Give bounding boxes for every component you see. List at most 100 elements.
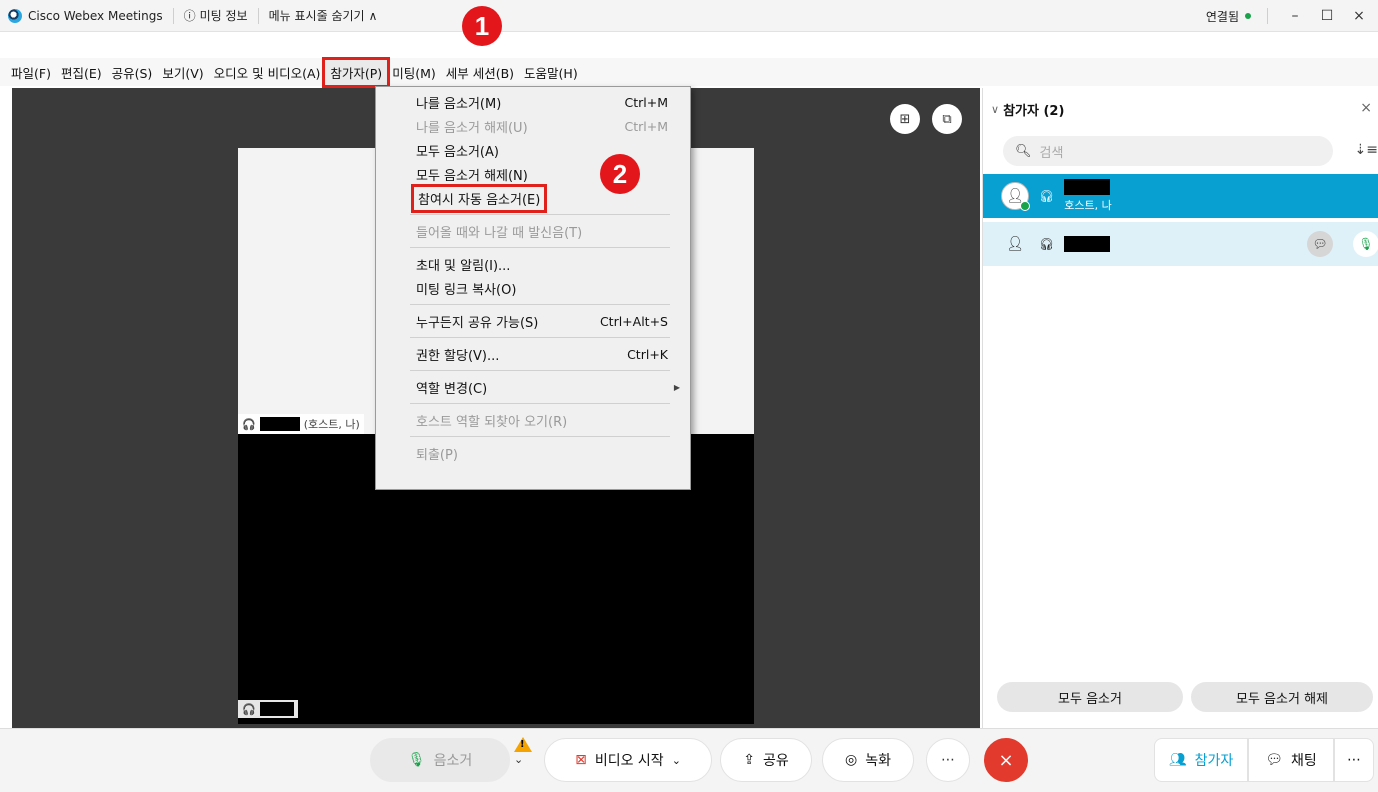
share-icon: ⇪ (743, 752, 755, 768)
redacted-name (259, 702, 294, 716)
host-tag-label: (호스트, 나) (303, 418, 360, 431)
menu-edit[interactable]: 편집(E) (56, 60, 107, 85)
start-video-button[interactable]: ⊠ 비디오 시작 ⌄ (544, 738, 712, 782)
record-button[interactable]: ◎ 녹화 (822, 738, 914, 782)
unmute-all-button[interactable]: 모두 음소거 해제 (1191, 682, 1373, 712)
menu-help[interactable]: 도움말(H) (519, 60, 583, 85)
menu-meeting[interactable]: 미팅(M) (387, 60, 441, 85)
menu-separator (410, 370, 670, 371)
unmute-all-label: 모두 음소거 해제(N) (416, 168, 528, 184)
close-window-icon[interactable]: × (1348, 8, 1370, 24)
menu-participants[interactable]: 참가자(P) (322, 56, 391, 88)
chevron-up-icon: ∧ (368, 8, 378, 23)
redacted-name (259, 417, 300, 431)
menu-audio-video[interactable]: 오디오 및 비디오(A) (209, 60, 326, 85)
assign-privileges-label: 권한 할당(V)... (416, 348, 500, 364)
avatar: 👤︎ (1001, 182, 1030, 211)
mute-button[interactable]: 🎙︎ 음소거 (370, 738, 510, 782)
more-panels-icon[interactable]: ⋯ (1334, 738, 1374, 782)
menu-item-copy-link[interactable]: 미팅 링크 복사(O) (376, 276, 690, 300)
chat-button[interactable]: 💬︎ 채팅 (1248, 738, 1334, 782)
mute-on-entry-label: 참여시 자동 음소거(E) (410, 183, 548, 213)
share-label: 공유 (762, 753, 789, 769)
webex-logo-icon (8, 8, 22, 23)
record-label: 녹화 (865, 753, 891, 769)
search-icon: 🔍︎ (1015, 143, 1032, 159)
invite-label: 초대 및 알림(I)... (416, 258, 511, 274)
submenu-arrow-icon: ▶ (673, 382, 680, 392)
shortcut: Ctrl+K (627, 346, 668, 362)
menu-separator (410, 214, 670, 215)
chat-icon: 💬︎ (1265, 752, 1283, 768)
menu-file[interactable]: 파일(F) (6, 60, 56, 85)
menubar-spacer (0, 32, 1378, 58)
menu-item-assign-privileges[interactable]: 권한 할당(V)... Ctrl+K (376, 342, 690, 366)
menu-item-expel: 퇴출(P) (376, 441, 690, 465)
shortcut: Ctrl+Alt+S (599, 313, 668, 329)
mute-all-button[interactable]: 모두 음소거 (997, 682, 1183, 712)
meeting-toolbar: 🎙︎ 음소거 ⌄ ! ⊠ 비디오 시작 ⌄ ⇪ 공유 ◎ 녹화 ⋯ × 👥︎ 참… (0, 728, 1378, 792)
video-off-icon: ⊠ (575, 752, 587, 768)
host-name-tag: 🎧 (호스트, 나) (238, 414, 364, 434)
menu-item-change-role[interactable]: 역할 변경(C) ▶ (376, 375, 690, 399)
shortcut: Ctrl+M (624, 94, 669, 110)
end-meeting-icon[interactable]: × (984, 738, 1028, 782)
headset-icon: 🎧 (242, 417, 256, 431)
menu-item-invite[interactable]: 초대 및 알림(I)... (376, 252, 690, 276)
menu-item-mute-all[interactable]: 모두 음소거(A) (376, 138, 690, 162)
menu-separator (410, 403, 670, 404)
headset-icon: 🎧︎ (1039, 237, 1055, 251)
participants-button[interactable]: 👥︎ 참가자 (1154, 738, 1248, 782)
minimize-icon[interactable]: – (1284, 8, 1306, 24)
menu-item-unmute-all[interactable]: 모두 음소거 해제(N) (376, 162, 690, 186)
sort-icon[interactable]: ⇣≡ (1355, 142, 1378, 158)
start-video-label: 비디오 시작 (594, 753, 664, 769)
headset-icon: 🎧 (242, 702, 256, 716)
menu-item-mute-me[interactable]: 나를 음소거(M) Ctrl+M (376, 90, 690, 114)
step-badge-2: 2 (600, 154, 640, 194)
participant-row[interactable]: 👤︎ 🎧︎ 💬︎ 🎙︎ (983, 222, 1378, 266)
app-name: Cisco Webex Meetings (28, 8, 163, 23)
search-input[interactable]: 🔍︎ 검색 (1003, 136, 1333, 166)
popout-icon[interactable]: ⧉ (932, 104, 962, 134)
record-icon: ◎ (845, 752, 858, 768)
shortcut: Ctrl+M (624, 118, 669, 134)
warning-mark: ! (520, 739, 525, 750)
participants-label: 참가자 (1194, 753, 1234, 769)
menu-separator (410, 304, 670, 305)
info-icon: ⓘ (183, 9, 196, 23)
microphone-icon[interactable]: 🎙︎ (1353, 231, 1378, 257)
host-status-icon (1020, 201, 1030, 211)
close-panel-icon[interactable]: × (1360, 100, 1372, 116)
audio-options-chevron-icon[interactable]: ⌄ (514, 753, 523, 766)
host-sub-label: 호스트, 나 (1064, 199, 1112, 212)
mute-all-label: 모두 음소거(A) (416, 144, 499, 160)
menu-item-anyone-can-share[interactable]: 누구든지 공유 가능(S) Ctrl+Alt+S (376, 309, 690, 333)
maximize-icon[interactable]: ☐ (1316, 8, 1338, 24)
grid-layout-icon[interactable]: ⊞ (890, 104, 920, 134)
menu-share[interactable]: 공유(S) (107, 60, 158, 85)
menu-view[interactable]: 보기(V) (157, 60, 208, 85)
meeting-info-button[interactable]: ⓘ 미팅 정보 (174, 7, 258, 24)
menu-item-reclaim-host: 호스트 역할 되찾아 오기(R) (376, 408, 690, 432)
menu-item-mute-on-entry[interactable]: 참여시 자동 음소거(E) (376, 183, 690, 213)
panel-header[interactable]: ∨ 참가자 (2) (991, 100, 1064, 119)
reclaim-host-label: 호스트 역할 되찾아 오기(R) (416, 414, 568, 430)
copy-link-label: 미팅 링크 복사(O) (416, 282, 517, 298)
menu-breakout[interactable]: 세부 세션(B) (441, 60, 519, 85)
unmute-me-label: 나를 음소거 해제(U) (416, 120, 528, 136)
chevron-down-icon: ∨ (991, 103, 1000, 116)
menu-item-unmute-me: 나를 음소거 해제(U) Ctrl+M (376, 114, 690, 138)
menu-separator (410, 247, 670, 248)
participants-icon: 👥︎ (1168, 752, 1187, 768)
chat-bubble-icon[interactable]: 💬︎ (1307, 231, 1333, 257)
redacted-name (1064, 179, 1111, 195)
more-options-icon[interactable]: ⋯ (926, 738, 970, 782)
share-button[interactable]: ⇪ 공유 (720, 738, 812, 782)
hide-menu-button[interactable]: 메뉴 표시줄 숨기기 ∧ (259, 7, 388, 24)
connection-status-label: 연결됨 (1205, 9, 1239, 24)
connection-status: 연결됨 (1206, 8, 1251, 25)
chevron-down-icon: ⌄ (671, 753, 681, 767)
participant-row-host[interactable]: 👤︎ 🎧︎ 호스트, 나 (983, 174, 1378, 218)
participant-info: 호스트, 나 (1064, 179, 1112, 213)
